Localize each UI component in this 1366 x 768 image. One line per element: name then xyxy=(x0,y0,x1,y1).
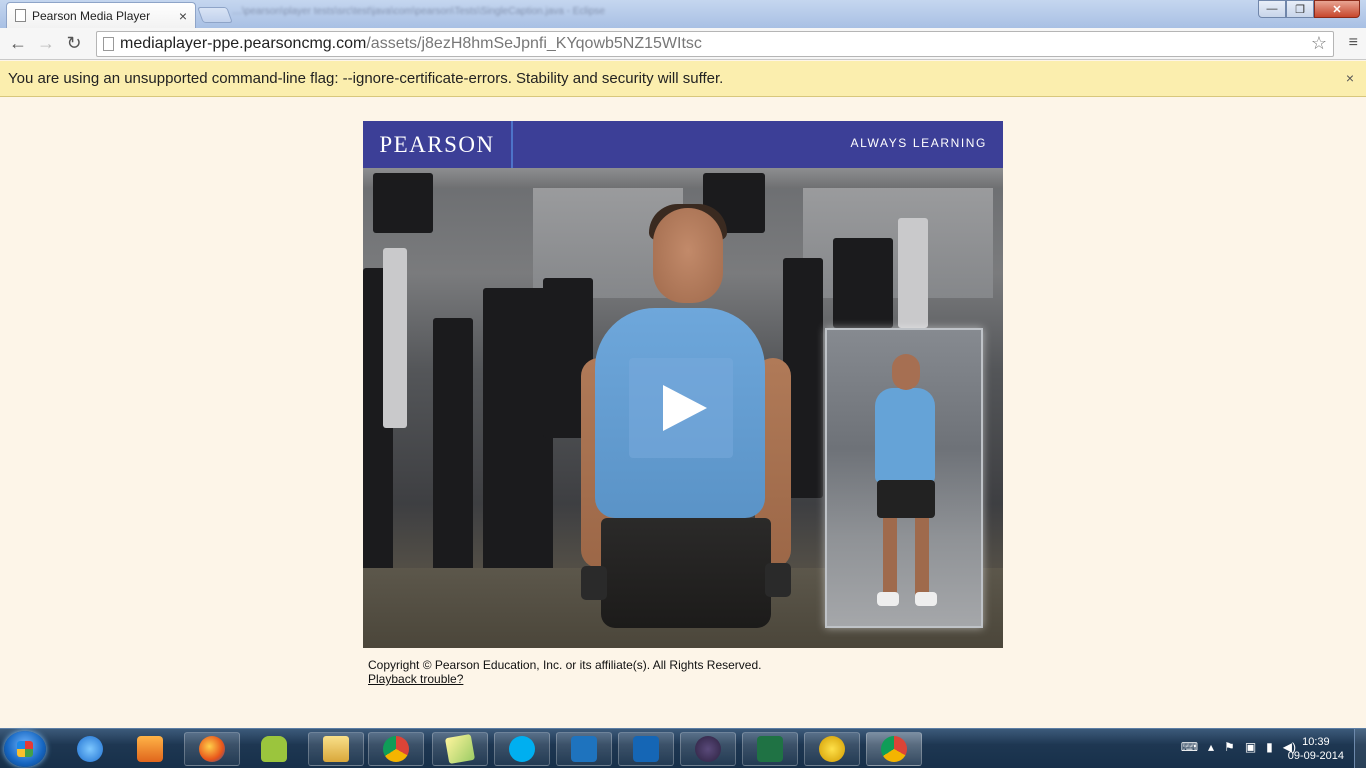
chrome-glyph xyxy=(383,736,409,762)
excel-icon[interactable] xyxy=(742,732,798,766)
inset-shoe xyxy=(877,592,899,606)
inset-shoe xyxy=(915,592,937,606)
pearson-logo: PEARSON xyxy=(363,121,513,168)
inset-head xyxy=(892,354,920,390)
gym-machine xyxy=(433,318,473,578)
tab-title: Pearson Media Player xyxy=(32,8,151,23)
tab-close-icon[interactable]: × xyxy=(179,8,187,24)
page-icon xyxy=(15,9,26,22)
inset-shorts xyxy=(877,480,935,518)
android-glyph xyxy=(261,736,287,762)
clock-time: 10:39 xyxy=(1302,736,1330,748)
device-icon[interactable]: ▣ xyxy=(1245,740,1256,754)
excel-glyph xyxy=(757,736,783,762)
bookmark-star-icon[interactable]: ☆ xyxy=(1311,33,1327,54)
gym-machine-frame xyxy=(383,248,407,428)
notes-icon[interactable] xyxy=(432,732,488,766)
page-icon xyxy=(103,37,114,51)
gym-machine-frame xyxy=(898,218,928,328)
lync-icon[interactable] xyxy=(556,732,612,766)
player-header: PEARSON ALWAYS LEARNING xyxy=(363,121,1003,168)
play-icon xyxy=(663,385,707,431)
eclipse-glyph xyxy=(695,736,721,762)
tv-screen xyxy=(373,173,433,233)
clock-date: 09-09-2014 xyxy=(1287,750,1344,762)
lync-glyph xyxy=(571,736,597,762)
skype-glyph xyxy=(509,736,535,762)
infobar-close-icon[interactable]: × xyxy=(1346,70,1354,86)
network-icon[interactable]: ▮ xyxy=(1266,740,1273,754)
playback-trouble-link[interactable]: Playback trouble? xyxy=(368,672,463,686)
inset-leg xyxy=(915,516,929,596)
chrome-active-icon[interactable] xyxy=(866,732,922,766)
start-button[interactable] xyxy=(4,731,46,767)
browser-toolbar: ← → ↻ mediaplayer-ppe.pearsoncmg.com/ass… xyxy=(0,28,1366,60)
warning-infobar: You are using an unsupported command-lin… xyxy=(0,61,1366,97)
video-poster[interactable] xyxy=(363,168,1003,648)
player-footer: Copyright © Pearson Education, Inc. or i… xyxy=(368,658,761,686)
norton-icon[interactable] xyxy=(804,732,860,766)
back-icon[interactable]: ← xyxy=(4,30,32,58)
show-hidden-icons-icon[interactable]: ▴ xyxy=(1208,740,1214,754)
clock[interactable]: 10:39 09-09-2014 xyxy=(1288,735,1344,763)
minimize-button[interactable]: — xyxy=(1258,0,1286,18)
media-player: PEARSON ALWAYS LEARNING xyxy=(363,121,1003,648)
tagline: ALWAYS LEARNING xyxy=(850,136,987,150)
close-window-button[interactable]: ✕ xyxy=(1314,0,1360,18)
inset-video-preview xyxy=(825,328,983,628)
ie-icon[interactable] xyxy=(62,732,118,766)
maximize-button[interactable]: ❐ xyxy=(1286,0,1314,18)
outlook-icon[interactable] xyxy=(618,732,674,766)
ceiling xyxy=(363,168,1003,188)
java-ee-ide-icon[interactable] xyxy=(680,732,736,766)
forward-icon[interactable]: → xyxy=(32,30,60,58)
new-tab-button[interactable] xyxy=(197,7,233,23)
action-center-flag-icon[interactable]: ⚑ xyxy=(1224,740,1235,754)
inset-leg xyxy=(883,516,897,596)
android-icon[interactable] xyxy=(246,732,302,766)
address-bar[interactable]: mediaplayer-ppe.pearsoncmg.com/assets/j8… xyxy=(96,31,1334,57)
window-controls: — ❐ ✕ xyxy=(1258,0,1360,18)
notes-glyph xyxy=(444,733,476,765)
copyright-text: Copyright © Pearson Education, Inc. or i… xyxy=(368,658,762,672)
tab-pearson-media-player[interactable]: Pearson Media Player × xyxy=(6,2,196,28)
norton-glyph xyxy=(819,736,845,762)
media-player-glyph xyxy=(137,736,163,762)
blurred-window-title: …\pearson\player tests\src\test\java\com… xyxy=(232,6,605,17)
ie-glyph xyxy=(77,736,103,762)
gym-machine xyxy=(833,238,893,328)
chrome-glyph xyxy=(881,736,907,762)
show-desktop-button[interactable] xyxy=(1354,729,1366,768)
outlook-glyph xyxy=(633,736,659,762)
person-shorts xyxy=(601,518,771,628)
windows-logo-icon xyxy=(17,741,33,757)
keyboard-icon[interactable]: ⌨ xyxy=(1181,740,1198,754)
chrome-icon[interactable] xyxy=(368,732,424,766)
chrome-menu-icon[interactable]: ≡ xyxy=(1349,34,1358,52)
url-path: /assets/j8ezH8hmSeJpnfi_KYqowb5NZ15WItsc xyxy=(366,35,702,52)
pearson-logo-text: PEARSON xyxy=(379,131,495,157)
taskbar: ⌨ ▴ ⚑ ▣ ▮ ◀) 10:39 09-09-2014 xyxy=(0,728,1366,768)
system-tray: ⌨ ▴ ⚑ ▣ ▮ ◀) xyxy=(1181,740,1296,754)
reload-icon[interactable]: ↻ xyxy=(60,30,88,58)
media-player-icon[interactable] xyxy=(122,732,178,766)
person-head xyxy=(653,208,723,303)
play-button[interactable] xyxy=(629,358,733,458)
url-domain: mediaplayer-ppe.pearsoncmg.com xyxy=(120,35,367,52)
infobar-message: You are using an unsupported command-lin… xyxy=(8,70,724,87)
skype-icon[interactable] xyxy=(494,732,550,766)
tab-strip: Pearson Media Player × …\pearson\player … xyxy=(0,0,1366,28)
folder-glyph xyxy=(323,736,349,762)
firefox-glyph xyxy=(199,736,225,762)
url-text: mediaplayer-ppe.pearsoncmg.com/assets/j8… xyxy=(120,35,702,53)
explorer-icon[interactable] xyxy=(308,732,364,766)
dumbbell xyxy=(765,563,791,597)
inset-shirt xyxy=(875,388,935,483)
firefox-icon[interactable] xyxy=(184,732,240,766)
dumbbell xyxy=(581,566,607,600)
